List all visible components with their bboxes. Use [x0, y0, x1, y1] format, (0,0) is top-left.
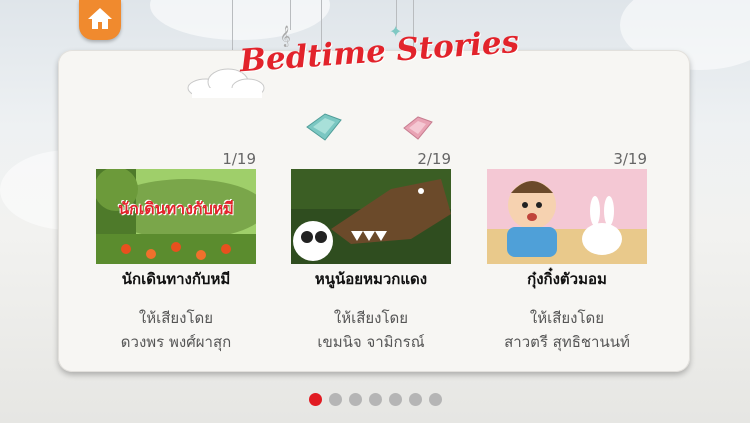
pagination-dot[interactable]: [329, 393, 342, 406]
narrator-name: ดวงพร พงศ์ผาสุก: [120, 333, 232, 351]
story-title: นักเดินทางกับหมี: [121, 270, 231, 288]
narrator-name: เขมนิจ จามิกรณ์: [317, 333, 425, 351]
home-button[interactable]: [79, 0, 121, 40]
story-thumbnail[interactable]: [291, 169, 451, 264]
pagination: [309, 393, 442, 406]
pagination-dot[interactable]: [429, 393, 442, 406]
fish-decoration-icon: [402, 114, 434, 146]
story-count: 1/19: [222, 150, 256, 168]
pagination-dot[interactable]: [349, 393, 362, 406]
story-count: 3/19: [613, 150, 647, 168]
voice-label: ให้เสียงโดย: [529, 309, 605, 327]
home-icon: [87, 6, 113, 34]
pagination-dot[interactable]: [369, 393, 382, 406]
voice-label: ให้เสียงโดย: [138, 309, 214, 327]
narrator-name: สาวตรี สุทธิชานนท์: [504, 333, 630, 351]
thumbnail-caption: นักเดินทางกับหมี: [118, 199, 234, 218]
story-title: กุ๋งกิ๋งตัวมอม: [527, 270, 607, 288]
voice-label: ให้เสียงโดย: [333, 309, 409, 327]
pagination-dot[interactable]: [309, 393, 322, 406]
story-title: หนูน้อยหมวกแดง: [314, 270, 428, 288]
fish-decoration-icon: [305, 110, 345, 148]
story-thumbnail[interactable]: นักเดินทางกับหมี: [96, 169, 256, 264]
story-thumbnail[interactable]: [487, 169, 647, 264]
pagination-dot[interactable]: [389, 393, 402, 406]
background-cloud: [150, 0, 330, 40]
story-count: 2/19: [417, 150, 451, 168]
pagination-dot[interactable]: [409, 393, 422, 406]
